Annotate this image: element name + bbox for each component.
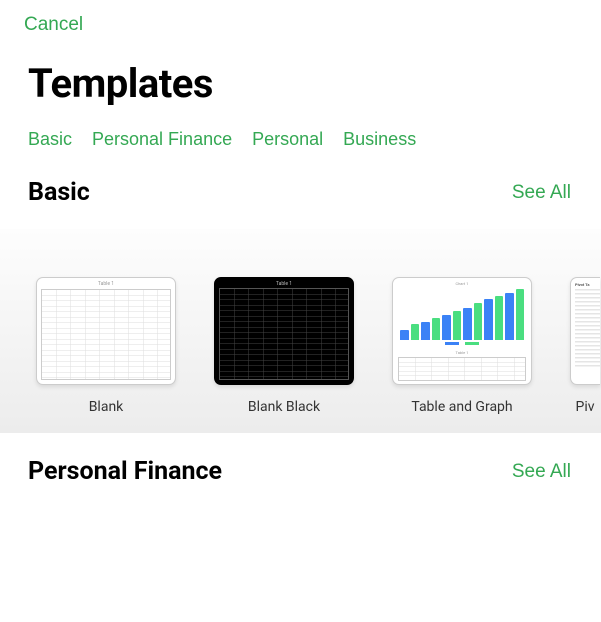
template-table-and-graph-thumbnail: Chart 1 Table 1 <box>392 277 532 385</box>
template-blank-black-thumbnail: Table 1 <box>214 277 354 385</box>
templates-row-basic[interactable]: Table 1 Blank Table 1 Blank Black Chart … <box>0 229 601 433</box>
template-blank-thumbnail: Table 1 <box>36 277 176 385</box>
template-pivot-thumbnail: Pivot Ta <box>570 277 600 385</box>
template-label: Piv <box>575 399 594 415</box>
template-blank[interactable]: Table 1 Blank <box>36 277 176 415</box>
section-basic: Basic See All Table 1 Blank Table 1 Blan… <box>0 164 601 433</box>
page-title: Templates <box>0 36 601 107</box>
section-title-finance: Personal Finance <box>28 457 222 486</box>
cancel-button[interactable]: Cancel <box>24 14 83 36</box>
category-tabs: Basic Personal Finance Personal Business <box>0 107 601 164</box>
tab-personal[interactable]: Personal <box>252 129 323 150</box>
section-title-basic: Basic <box>28 178 90 207</box>
see-all-basic-button[interactable]: See All <box>512 182 571 204</box>
section-personal-finance: Personal Finance See All <box>0 433 601 486</box>
template-label: Blank Black <box>248 399 320 415</box>
template-label: Table and Graph <box>411 399 512 415</box>
template-table-and-graph[interactable]: Chart 1 Table 1 <box>392 277 532 415</box>
tab-basic[interactable]: Basic <box>28 129 72 150</box>
see-all-finance-button[interactable]: See All <box>512 461 571 483</box>
tab-personal-finance[interactable]: Personal Finance <box>92 129 232 150</box>
template-pivot[interactable]: Pivot Ta Piv <box>570 277 600 415</box>
template-blank-black[interactable]: Table 1 Blank Black <box>214 277 354 415</box>
tab-business[interactable]: Business <box>343 129 416 150</box>
template-label: Blank <box>89 399 124 415</box>
